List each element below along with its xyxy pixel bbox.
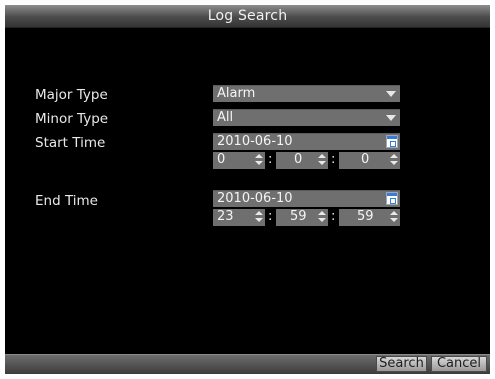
start-time-label: Start Time [35, 135, 106, 151]
time-separator: : [268, 152, 273, 167]
spinner-arrows-icon[interactable] [318, 211, 326, 223]
time-separator: : [331, 209, 336, 224]
start-second-spinner[interactable]: 0 [339, 152, 400, 169]
start-hour-spinner[interactable]: 0 [213, 152, 265, 169]
end-minute-spinner[interactable]: 59 [276, 209, 328, 226]
calendar-icon[interactable] [386, 135, 398, 148]
time-separator: : [331, 152, 336, 167]
minor-type-label: Minor Type [35, 111, 109, 127]
cancel-button[interactable]: Cancel [431, 356, 487, 372]
log-search-dialog: Log Search Major Type Alarm Minor Type A… [5, 5, 490, 374]
end-second-spinner[interactable]: 59 [339, 209, 400, 226]
chevron-down-icon[interactable] [386, 115, 396, 121]
spinner-arrows-icon[interactable] [318, 154, 326, 166]
start-second-value: 0 [361, 152, 370, 167]
calendar-icon[interactable] [386, 192, 398, 205]
time-separator: : [268, 209, 273, 224]
bottom-toolbar: Search Cancel [5, 354, 490, 374]
end-date-value: 2010-06-10 [217, 191, 293, 206]
start-date-value: 2010-06-10 [217, 134, 293, 149]
end-hour-spinner[interactable]: 23 [213, 209, 265, 226]
start-hour-value: 0 [217, 152, 226, 167]
major-type-select[interactable]: Alarm [213, 85, 400, 102]
spinner-arrows-icon[interactable] [390, 211, 398, 223]
minor-type-value: All [217, 110, 234, 125]
spinner-arrows-icon[interactable] [390, 154, 398, 166]
chevron-down-icon[interactable] [386, 91, 396, 97]
end-date-input[interactable]: 2010-06-10 [213, 190, 400, 207]
end-time-label: End Time [35, 193, 98, 209]
dialog-title: Log Search [207, 8, 288, 24]
end-minute-value: 59 [290, 209, 307, 224]
start-minute-value: 0 [294, 152, 303, 167]
search-button[interactable]: Search [376, 356, 427, 372]
title-bar: Log Search [5, 5, 490, 28]
end-hour-value: 23 [217, 209, 234, 224]
minor-type-select[interactable]: All [213, 109, 400, 126]
major-type-value: Alarm [217, 86, 256, 101]
spinner-arrows-icon[interactable] [255, 154, 263, 166]
major-type-label: Major Type [35, 87, 108, 103]
start-date-input[interactable]: 2010-06-10 [213, 133, 400, 150]
end-second-value: 59 [357, 209, 374, 224]
spinner-arrows-icon[interactable] [255, 211, 263, 223]
start-minute-spinner[interactable]: 0 [276, 152, 328, 169]
